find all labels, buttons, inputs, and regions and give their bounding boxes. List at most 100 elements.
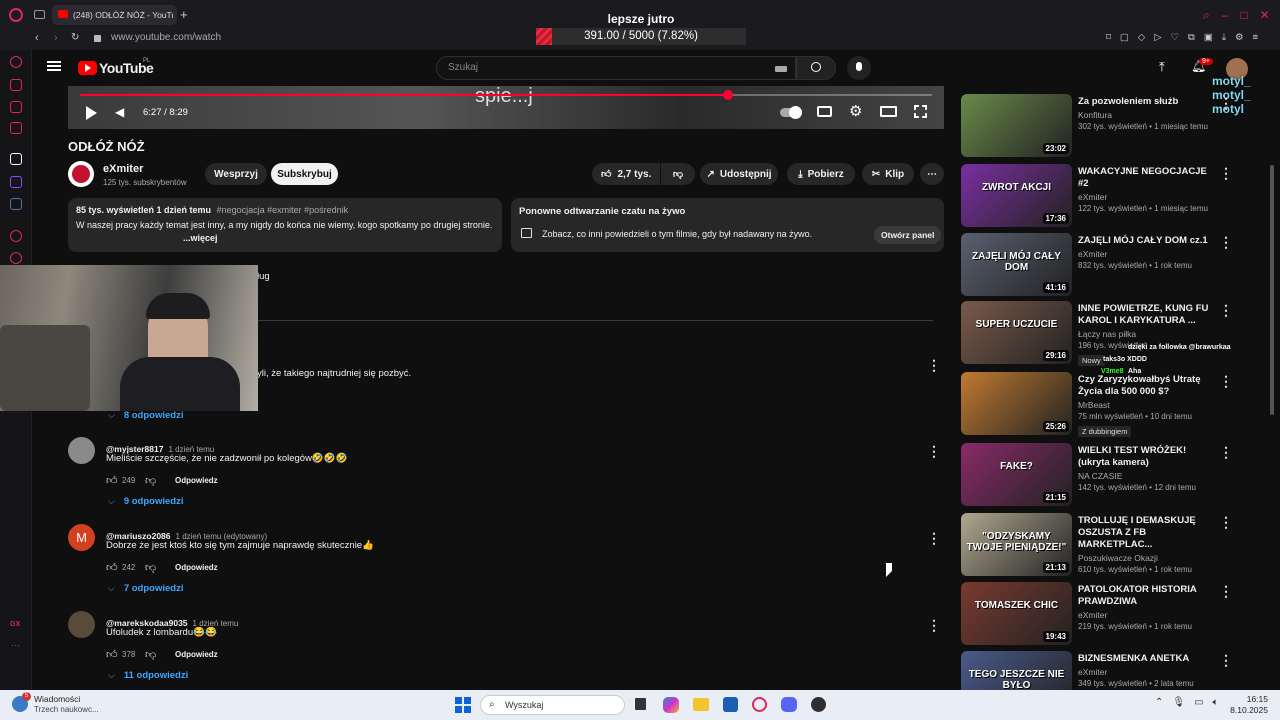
- comment-like-button[interactable]: 👍︎: [106, 474, 118, 487]
- wallet-icon[interactable]: ▣: [1204, 32, 1213, 43]
- comment-menu-icon[interactable]: ⋮: [927, 358, 941, 372]
- close-icon[interactable]: ✕: [1260, 8, 1270, 22]
- recommended-info[interactable]: TROLLUJĘ I DEMASKUJĘ OSZUSTA Z FB MARKET…: [1078, 515, 1213, 574]
- play-button[interactable]: [86, 106, 97, 120]
- new-tab-button[interactable]: +: [180, 7, 188, 22]
- recommended-title[interactable]: WAKACYJNE NEGOCJACJE #2: [1078, 166, 1213, 190]
- video-thumbnail[interactable]: "ODZYSKAMY TWOJE PIENIĄDZE!" 21:13: [961, 513, 1072, 576]
- comment-reply-button[interactable]: Odpowiedz: [175, 563, 218, 572]
- maximize-icon[interactable]: □: [1240, 8, 1247, 22]
- autoplay-toggle[interactable]: [780, 106, 802, 119]
- recommended-info[interactable]: WIELKI TEST WRÓŻEK! (ukryta kamera) NA CZ…: [1078, 445, 1213, 492]
- comment-like-button[interactable]: 👍︎: [106, 561, 118, 574]
- recommended-channel[interactable]: MrBeast: [1078, 400, 1213, 410]
- copilot-icon[interactable]: [663, 697, 679, 713]
- recommended-channel[interactable]: eXmiter: [1078, 192, 1213, 202]
- scrollbar-thumb[interactable]: [1270, 165, 1274, 415]
- expand-replies-button[interactable]: ⌵ 9 odpowiedzi: [108, 496, 183, 507]
- progress-scrubber[interactable]: [722, 90, 733, 100]
- video-thumbnail[interactable]: SUPER UCZUCIE 29:16: [961, 301, 1072, 364]
- video-thumbnail[interactable]: 25:26: [961, 372, 1072, 435]
- recommended-menu-icon[interactable]: ⋮: [1219, 374, 1233, 388]
- recommended-channel[interactable]: eXmiter: [1078, 249, 1213, 259]
- comment-menu-icon[interactable]: ⋮: [927, 531, 941, 545]
- download-button[interactable]: ⤓ Pobierz: [787, 163, 855, 185]
- subtitles-icon[interactable]: [817, 106, 832, 117]
- extensions-icon[interactable]: ⧉: [1188, 32, 1195, 43]
- taskbar-search[interactable]: ⌕ Wyszukaj: [480, 695, 625, 715]
- recommended-info[interactable]: PATOLOKATOR HISTORIA PRAWDZIWA eXmiter 219…: [1078, 584, 1213, 631]
- comment-avatar[interactable]: [68, 611, 95, 638]
- recommended-info[interactable]: ZAJĘLI MÓJ CAŁY DOM cz.1 eXmiter 832 tys. …: [1078, 235, 1213, 270]
- recommended-menu-icon[interactable]: ⋮: [1219, 584, 1233, 598]
- heart-icon[interactable]: ♡: [1171, 32, 1180, 43]
- opera-logo-icon[interactable]: [9, 8, 23, 22]
- messenger-icon[interactable]: [10, 79, 22, 91]
- recommended-menu-icon[interactable]: ⋮: [1219, 653, 1233, 667]
- play-icon[interactable]: ▷: [1154, 32, 1161, 43]
- download-icon[interactable]: ⤓: [1222, 32, 1226, 43]
- search-button[interactable]: [796, 56, 836, 80]
- discord-icon[interactable]: [781, 697, 797, 712]
- chevron-up-icon[interactable]: ⌃: [1155, 697, 1163, 708]
- microphone-icon[interactable]: 🎙︎: [1172, 697, 1185, 708]
- comment-like-button[interactable]: 👍︎: [106, 648, 118, 661]
- upload-icon[interactable]: ⤒: [1159, 59, 1165, 75]
- minimize-icon[interactable]: –: [1222, 8, 1229, 22]
- recommended-channel[interactable]: NA CZASIE: [1078, 471, 1213, 481]
- obs-icon[interactable]: [811, 697, 826, 712]
- instagram-icon[interactable]: [10, 122, 22, 134]
- progress-track[interactable]: [80, 90, 932, 100]
- snapshot-icon[interactable]: ▢: [1120, 32, 1129, 43]
- search-tabs-icon[interactable]: ⌕: [1203, 8, 1210, 22]
- comment-dislike-button[interactable]: 👎︎: [145, 474, 156, 487]
- recommended-info[interactable]: WAKACYJNE NEGOCJACJE #2 eXmiter 122 tys. w…: [1078, 166, 1213, 213]
- channel-avatar[interactable]: [68, 161, 94, 187]
- comment-dislike-button[interactable]: 👎︎: [145, 561, 156, 574]
- recommended-channel[interactable]: Łączy nas piłka: [1078, 329, 1213, 339]
- search-input[interactable]: Szukaj: [436, 56, 796, 80]
- url-field[interactable]: www.youtube.com/watch: [111, 32, 221, 43]
- bookmark-icon[interactable]: ⌑: [1106, 32, 1111, 43]
- comment-reply-button[interactable]: Odpowiedz: [175, 476, 218, 485]
- recommended-info[interactable]: BIZNESMENKA ANETKA eXmiter 349 tys. wyświe…: [1078, 653, 1213, 688]
- comment-menu-icon[interactable]: ⋮: [927, 444, 941, 458]
- sidebar-more-icon[interactable]: ···: [11, 640, 20, 650]
- like-button[interactable]: 👍︎ 2,7 tys.: [592, 163, 660, 185]
- video-thumbnail[interactable]: TOMASZEK CHIC 19:43: [961, 582, 1072, 645]
- recommended-menu-icon[interactable]: ⋮: [1219, 445, 1233, 459]
- expand-replies-button[interactable]: ⌵ 11 odpowiedzi: [108, 670, 188, 681]
- vk-icon[interactable]: [10, 198, 22, 210]
- subscribe-button[interactable]: Subskrybuj: [271, 163, 338, 185]
- twitch-icon[interactable]: [10, 176, 22, 188]
- recommended-title[interactable]: PATOLOKATOR HISTORIA PRAWDZIWA: [1078, 584, 1213, 608]
- open-panel-button[interactable]: Otwórz panel: [874, 226, 942, 244]
- recommended-title[interactable]: WIELKI TEST WRÓŻEK! (ukryta kamera): [1078, 445, 1213, 469]
- expand-replies-button[interactable]: ⌵ 7 odpowiedzi: [108, 583, 183, 594]
- video-player[interactable]: spie...j: [68, 86, 944, 129]
- whatsapp-icon[interactable]: [10, 101, 22, 113]
- recommended-menu-icon[interactable]: ⋮: [1219, 303, 1233, 317]
- news-title[interactable]: Wiadomości: [34, 694, 80, 704]
- recommended-menu-icon[interactable]: ⋮: [1219, 96, 1233, 110]
- recommended-channel[interactable]: Konfitura: [1078, 110, 1213, 120]
- recommended-title[interactable]: INNE POWIETRZE, KUNG FU KAROL I KARYKATU…: [1078, 303, 1213, 327]
- store-icon[interactable]: [723, 697, 738, 712]
- recommended-info[interactable]: Za pozwoleniem służb Konfitura 302 tys. wy…: [1078, 96, 1213, 131]
- recommended-channel[interactable]: Poszukiwacze Okazji: [1078, 553, 1213, 563]
- settings-icon[interactable]: ⚙: [1235, 32, 1244, 43]
- video-thumbnail[interactable]: 23:02: [961, 94, 1072, 157]
- hamburger-icon[interactable]: [47, 61, 61, 71]
- recommended-channel[interactable]: eXmiter: [1078, 610, 1213, 620]
- forward-icon[interactable]: ›: [54, 32, 58, 44]
- video-thumbnail[interactable]: FAKE? 21:15: [961, 443, 1072, 506]
- opera-taskbar-icon[interactable]: [752, 697, 767, 712]
- clock-time[interactable]: 16:15: [1232, 694, 1268, 704]
- recommended-info[interactable]: Czy Zaryzykowałbyś Utratę Życia dla 500 …: [1078, 374, 1213, 439]
- recommended-title[interactable]: Za pozwoleniem służb: [1078, 96, 1213, 108]
- keyboard-icon[interactable]: [775, 66, 787, 72]
- history-icon[interactable]: [10, 252, 22, 264]
- recommended-menu-icon[interactable]: ⋮: [1219, 235, 1233, 249]
- recommended-menu-icon[interactable]: ⋮: [1219, 166, 1233, 180]
- comment-avatar[interactable]: [68, 437, 95, 464]
